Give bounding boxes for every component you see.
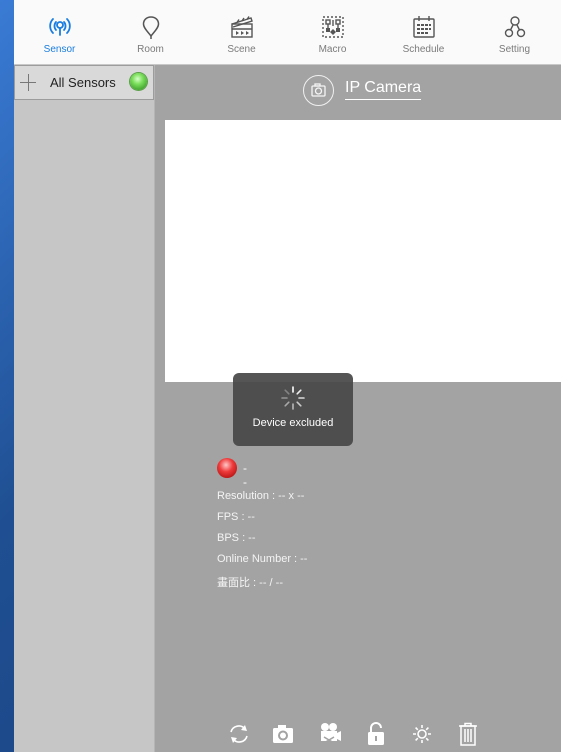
tab-label: Scene — [227, 44, 256, 55]
app-window: Sensor Room Scene Macro Schedule Setting… — [14, 0, 561, 752]
offline-status-led-icon — [217, 458, 237, 478]
main-panel: IP Camera Device excluded -- Resolution … — [155, 65, 561, 752]
tab-schedule[interactable]: Schedule — [378, 0, 469, 64]
sidebar-item-all-sensors[interactable]: All Sensors — [14, 65, 154, 100]
toast-message: Device excluded — [252, 417, 334, 429]
camera-icon[interactable] — [303, 75, 334, 106]
bps-text: BPS : -- — [217, 532, 256, 544]
fps-text: FPS : -- — [217, 511, 255, 523]
camera-title[interactable]: IP Camera — [345, 79, 422, 100]
tab-label: Schedule — [402, 44, 445, 55]
refresh-icon[interactable] — [225, 720, 253, 748]
snapshot-icon[interactable] — [269, 720, 297, 748]
sensor-sidebar: All Sensors — [14, 65, 155, 752]
camera-header: IP Camera — [155, 65, 561, 113]
trash-icon[interactable] — [454, 720, 482, 748]
connection-status-text: -- — [243, 461, 247, 489]
camera-toolbar — [225, 720, 505, 748]
sidebar-item-label: All Sensors — [50, 75, 116, 90]
tab-scene[interactable]: Scene — [196, 0, 287, 64]
device-excluded-toast: Device excluded — [233, 373, 353, 446]
tab-label: Macro — [318, 44, 347, 55]
tab-room[interactable]: Room — [105, 0, 196, 64]
video-preview[interactable] — [165, 120, 561, 382]
online-status-led-icon — [130, 73, 147, 90]
loading-spinner-icon — [281, 386, 305, 410]
add-icon[interactable] — [17, 72, 39, 94]
tab-macro[interactable]: Macro — [287, 0, 378, 64]
online-number-text: Online Number : -- — [217, 553, 308, 565]
top-tab-bar: Sensor Room Scene Macro Schedule Setting — [14, 0, 561, 65]
tab-sensor[interactable]: Sensor — [14, 0, 105, 64]
tab-label: Room — [137, 44, 164, 55]
record-video-icon[interactable] — [315, 720, 343, 748]
sensor-icon — [48, 18, 71, 36]
tab-label: Sensor — [43, 44, 76, 55]
room-pin-icon — [142, 16, 159, 39]
macro-flow-icon — [321, 16, 344, 38]
clapperboard-icon — [230, 16, 253, 38]
tab-setting[interactable]: Setting — [469, 0, 560, 64]
unlock-icon[interactable] — [362, 720, 390, 748]
aspect-ratio-text: 畫面比 : -- / -- — [217, 577, 283, 589]
tab-label: Setting — [498, 44, 531, 55]
calendar-icon — [412, 16, 435, 38]
settings-gear-icon[interactable] — [408, 720, 436, 748]
setting-nodes-icon — [504, 16, 525, 38]
resolution-text: Resolution : -- x -- — [217, 490, 305, 502]
